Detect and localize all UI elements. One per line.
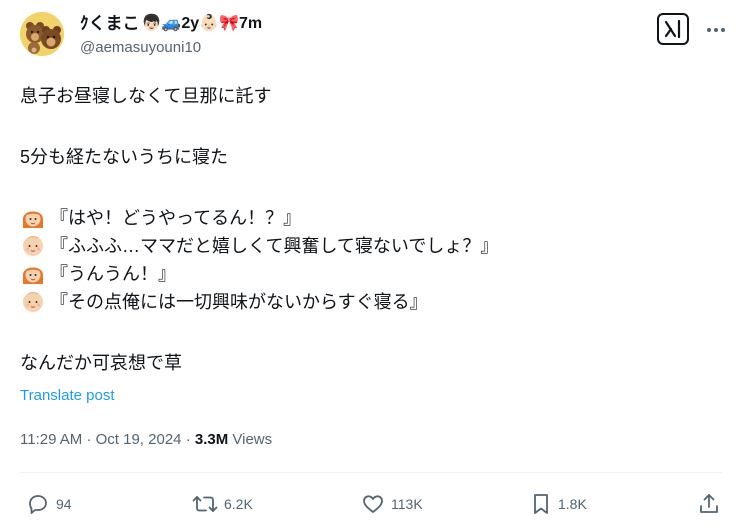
tweet-meta: 11:29 AM · Oct 19, 2024 · 3.3M Views [20,430,272,450]
reply-count: 94 [56,496,72,512]
dialogue-text: 『うんうん！』 [50,264,176,284]
dialogue-line: 『ふふふ…ママだと嬉しくて興奮して寝ないでしょ？』 [20,232,720,260]
grok-icon [664,19,681,39]
display-name-text: ｸくまこ [80,14,140,33]
bookmark-count: 1.8K [558,496,587,512]
bookmark-button[interactable]: 1.8K [530,490,587,518]
tweet-line: なんだか可哀想で草 [20,353,182,373]
author-handle[interactable]: @aemasuyouni10 [80,38,201,58]
bear-family-avatar-icon [20,12,64,56]
divider [20,472,722,473]
author-display-name[interactable]: ｸくまこ 👦🏻🚙2y👶🏻🎀7m [80,13,262,35]
baby-face-icon [23,235,43,256]
tweet-text: 息子お昼寝しなくて旦那に託す 5分も経たないうちに寝た 『はや！どうやってるん！… [20,82,720,377]
repost-button[interactable]: 6.2K [192,490,253,518]
grok-button[interactable] [657,13,689,45]
like-count: 113K [391,496,423,512]
meta-separator: · [86,431,92,448]
avatar[interactable] [20,12,64,56]
tweet-date[interactable]: Oct 19, 2024 [96,431,182,448]
woman-face-icon [23,267,43,284]
share-button[interactable] [697,490,721,518]
dialogue-line: 『うんうん！』 [20,260,720,288]
tweet-card: ｸくまこ 👦🏻🚙2y👶🏻🎀7m @aemasuyouni10 息子お昼寝しなくて… [0,0,742,531]
tweet-line: 5分も経たないうちに寝た [20,147,229,167]
heart-icon [363,495,383,513]
dialogue-text: 『はや！どうやってるん！？』 [50,208,302,228]
woman-face-icon [23,211,43,228]
repost-icon [192,496,218,512]
views-label: Views [232,431,273,448]
reply-icon [29,495,47,514]
bookmark-icon [534,494,548,514]
dialogue-line: 『その点俺には一切興味がないからすぐ寝る』 [20,288,720,316]
tweet-line: 息子お昼寝しなくて旦那に託す [20,86,272,106]
dialogue-text: 『ふふふ…ママだと嬉しくて興奮して寝ないでしょ？』 [50,236,499,256]
action-bar: 94 6.2K 113K 1.8K [0,490,742,518]
dialogue-text: 『その点俺には一切興味がないからすぐ寝る』 [50,292,428,312]
translate-post-link[interactable]: Translate post [20,386,115,406]
baby-face-icon [23,291,43,312]
views-count: 3.3M [194,431,229,448]
tweet-time[interactable]: 11:29 AM [20,431,82,448]
dialogue-line: 『はや！どうやってるん！？』 [20,204,720,232]
meta-separator: · [185,431,191,448]
share-icon [700,494,718,513]
reply-button[interactable]: 94 [26,490,72,518]
more-options-icon[interactable] [704,18,728,42]
repost-count: 6.2K [224,496,253,512]
display-name-emoji: 👦🏻🚙2y👶🏻🎀7m [141,15,263,32]
like-button[interactable]: 113K [361,490,423,518]
